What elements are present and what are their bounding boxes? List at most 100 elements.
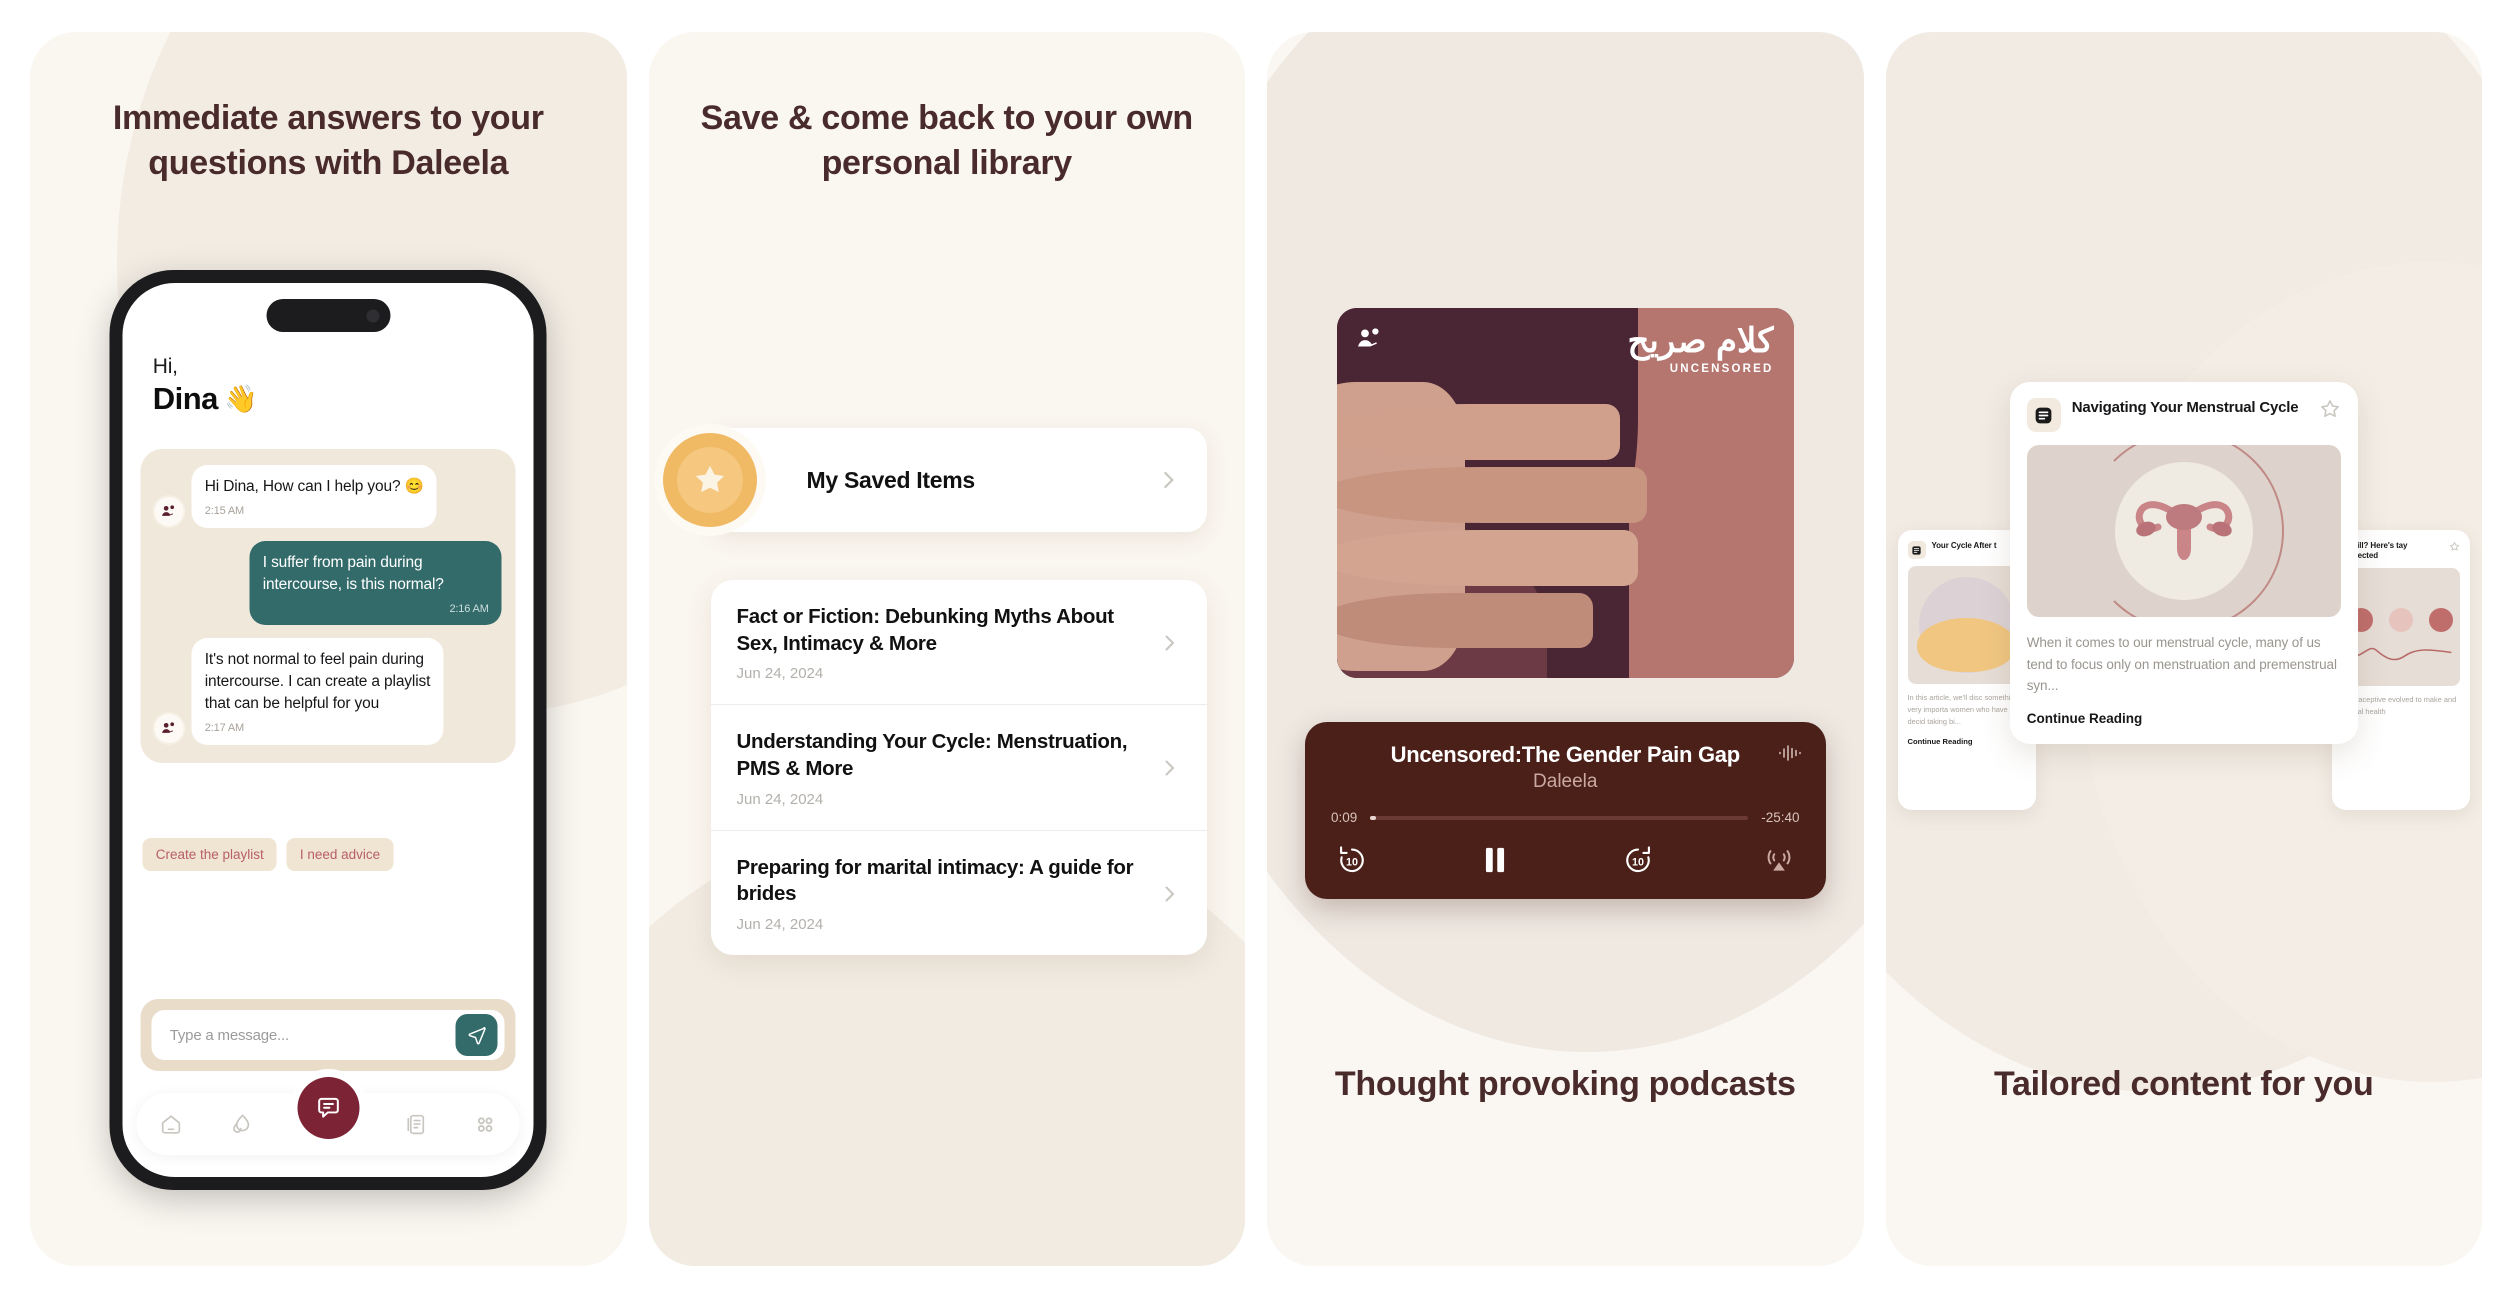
grid-icon — [478, 1116, 493, 1132]
star-outline-icon[interactable] — [2449, 541, 2460, 552]
phone-mockup: Hi, Dina 👋 Hi Dina, How can I help you? … — [109, 270, 547, 1190]
greeting-hi: Hi, — [152, 355, 178, 378]
card-header: ur Pill? Here's tay Protected — [2342, 541, 2460, 561]
list-item-text: Fact or Fiction: Debunking Myths About S… — [737, 604, 1146, 682]
article-icon — [1907, 541, 1926, 559]
list-item-title: Understanding Your Cycle: Menstruation, … — [736, 730, 1128, 780]
message-row-bot: It's not normal to feel pain during inte… — [154, 638, 502, 745]
player-track-subtitle: Daleela — [1533, 771, 1598, 792]
my-saved-items-row[interactable]: My Saved Items — [662, 428, 1207, 532]
phone-screen: Hi, Dina 👋 Hi Dina, How can I help you? … — [122, 283, 534, 1177]
continue-reading-link[interactable]: ng — [2342, 727, 2460, 736]
artwork-finger — [1337, 404, 1621, 460]
daleela-avatar-icon — [162, 722, 175, 733]
card-header: Navigating Your Menstrual Cycle — [2026, 398, 2341, 432]
podcast-arabic-title: كلام صريح — [1627, 322, 1774, 360]
svg-text:10: 10 — [1632, 856, 1644, 868]
panel-library: Save & come back to your own personal li… — [648, 32, 1245, 1266]
player-progress-bar[interactable] — [1370, 815, 1749, 820]
chevron-right-icon — [1165, 760, 1174, 776]
avatar — [154, 496, 184, 526]
chat-fab-button[interactable] — [297, 1077, 360, 1139]
list-item[interactable]: Preparing for marital intimacy: A guide … — [711, 831, 1208, 955]
illustration-pill — [2389, 608, 2414, 633]
player-controls: 10 10 — [1331, 843, 1800, 877]
chip-need-advice[interactable]: I need advice — [286, 838, 394, 871]
list-item-text: Preparing for marital intimacy: A guide … — [737, 855, 1146, 933]
message-input-field[interactable]: Type a message... — [151, 1010, 505, 1060]
star-outline-icon[interactable] — [2319, 398, 2341, 420]
quick-reply-chips: Create the playlist I need advice — [142, 838, 516, 871]
tab-cycle[interactable] — [228, 1112, 253, 1137]
panel-chat: Immediate answers to your questions with… — [30, 32, 627, 1266]
drop-icon — [232, 1114, 249, 1133]
message-text: I suffer from pain during intercourse, i… — [262, 553, 444, 593]
list-item[interactable]: Fact or Fiction: Debunking Myths About S… — [710, 580, 1207, 706]
panel-4-caption: Tailored content for you — [1994, 1065, 2374, 1103]
daleela-avatar-icon — [162, 505, 175, 516]
message-bubble: Hi Dina, How can I help you? 😊 2:15 AM — [191, 465, 437, 528]
panel-podcast: كلام صريح UNCENSORED Uncensored:The Gend… — [1267, 32, 1864, 1266]
daleela-logo-icon — [1358, 328, 1379, 347]
saved-list: Fact or Fiction: Debunking Myths About S… — [710, 580, 1208, 955]
message-input-placeholder: Type a message... — [169, 1026, 289, 1044]
player-track-title: Uncensored:The Gender Pain Gap — [1390, 742, 1741, 767]
list-item[interactable]: Understanding Your Cycle: Menstruation, … — [710, 705, 1207, 831]
player-remaining-time: -25:40 — [1761, 810, 1800, 825]
greeting-name: Dina — [152, 381, 219, 416]
article-glyph-icon — [1912, 545, 1921, 555]
card-illustration — [1907, 566, 2026, 684]
card-title: Your Cycle After t — [1931, 541, 1997, 550]
airplay-icon — [1768, 850, 1791, 871]
card-illustration — [2026, 445, 2341, 617]
message-row-user: I suffer from pain during intercourse, i… — [155, 540, 502, 626]
waveform-bars-icon — [1778, 745, 1801, 761]
tab-home[interactable] — [159, 1112, 184, 1137]
list-item-date: Jun 24, 2024 — [736, 790, 824, 808]
podcast-artwork: كلام صريح UNCENSORED — [1337, 308, 1794, 678]
dynamic-island — [266, 299, 391, 332]
chevron-right-icon — [1165, 886, 1174, 902]
svg-text:10: 10 — [1346, 856, 1358, 868]
chip-create-playlist[interactable]: Create the playlist — [142, 838, 277, 871]
articles-icon — [407, 1114, 425, 1134]
content-card-main[interactable]: Navigating Your Menstrual Cycle When it … — [2009, 382, 2358, 744]
article-icon — [2026, 398, 2061, 432]
greeting-name-row: Dina 👋 — [152, 381, 258, 417]
airplay-button[interactable] — [1763, 844, 1795, 876]
card-illustration — [2342, 568, 2460, 686]
illustration-pill — [2429, 608, 2454, 633]
saved-star-inner — [676, 447, 743, 513]
rewind-10-button[interactable]: 10 — [1335, 843, 1369, 877]
player-progress-fill — [1370, 815, 1376, 820]
tab-articles[interactable] — [403, 1112, 428, 1137]
illustration-squiggle — [2347, 648, 2452, 661]
card-header: Your Cycle After t — [1907, 541, 2026, 559]
illustration-shape — [1916, 617, 2017, 673]
home-icon — [162, 1114, 181, 1134]
message-composer: Type a message... — [140, 999, 516, 1071]
send-icon — [468, 1026, 486, 1044]
pause-button[interactable] — [1478, 843, 1512, 877]
uterus-illustration-icon — [2135, 501, 2232, 561]
podcast-english-title: UNCENSORED — [1669, 362, 1774, 375]
podcast-player: Uncensored:The Gender Pain Gap Daleela 0… — [1305, 722, 1826, 899]
star-icon — [695, 465, 724, 493]
list-item-text: Understanding Your Cycle: Menstruation, … — [737, 729, 1146, 807]
panel-3-caption: Thought provoking podcasts — [1334, 1065, 1796, 1103]
message-time: 2:16 AM — [449, 602, 489, 615]
wave-hand-icon: 👋 — [223, 384, 258, 414]
message-time: 2:15 AM — [204, 505, 245, 517]
chevron-right-icon — [1164, 471, 1174, 489]
player-scrubber[interactable]: 0:09 -25:40 — [1331, 810, 1800, 825]
list-item-title: Preparing for marital intimacy: A guide … — [736, 855, 1134, 906]
send-button[interactable] — [455, 1014, 498, 1056]
continue-reading-link[interactable]: Continue Reading — [1908, 737, 2026, 746]
tab-more[interactable] — [473, 1112, 498, 1137]
panel-2-headline: Save & come back to your own personal li… — [700, 99, 1194, 182]
card-body: When it comes to our menstrual cycle, ma… — [2026, 635, 2337, 694]
forward-10-button[interactable]: 10 — [1621, 843, 1655, 877]
waveform-icon — [1778, 744, 1804, 762]
artwork-finger — [1337, 530, 1639, 586]
continue-reading-link[interactable]: Continue Reading — [2027, 711, 2341, 726]
